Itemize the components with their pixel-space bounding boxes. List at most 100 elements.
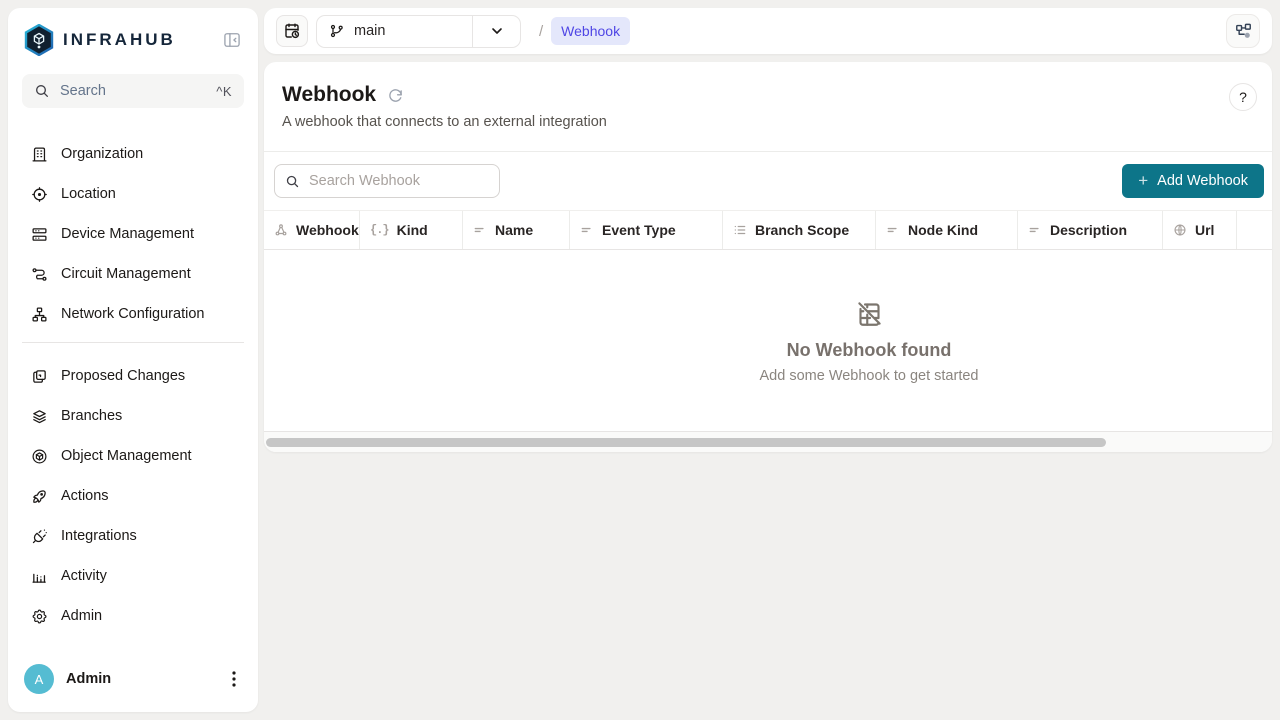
sidebar-item-label: Branches <box>61 408 122 424</box>
sidebar-item-proposed-changes[interactable]: Proposed Changes <box>22 356 244 396</box>
refresh-icon[interactable] <box>387 87 404 104</box>
text-lines-icon <box>886 223 900 237</box>
sidebar-item-network-configuration[interactable]: Network Configuration <box>22 294 244 334</box>
sidebar-item-device-management[interactable]: Device Management <box>22 214 244 254</box>
time-travel-button[interactable] <box>276 15 308 47</box>
search-placeholder: Search <box>60 83 206 99</box>
plus-icon: + <box>1138 171 1148 191</box>
branch-caret[interactable] <box>472 16 520 47</box>
column-header-kind[interactable]: {.} Kind <box>360 211 463 249</box>
column-label: Node Kind <box>908 222 978 238</box>
building-icon <box>31 146 48 163</box>
breadcrumb-separator: / <box>539 23 543 40</box>
sidebar-item-label: Network Configuration <box>61 306 204 322</box>
chevron-down-icon <box>489 23 505 39</box>
table-header-row: Webhook {.} Kind Name <box>264 210 1272 250</box>
sidebar-item-organization[interactable]: Organization <box>22 134 244 174</box>
git-branch-icon <box>329 23 345 39</box>
webhook-search-placeholder: Search Webhook <box>309 173 420 189</box>
branch-selector-value: main <box>317 16 472 47</box>
column-header-event-type[interactable]: Event Type <box>570 211 723 249</box>
sidebar-item-activity[interactable]: Activity <box>22 556 244 596</box>
sidebar-item-label: Device Management <box>61 226 194 242</box>
text-lines-icon <box>580 223 594 237</box>
horizontal-scrollbar[interactable] <box>266 438 1106 447</box>
gear-icon <box>31 608 48 625</box>
page-title: Webhook <box>282 83 376 107</box>
column-label: Description <box>1050 222 1127 238</box>
sidebar-collapse-icon[interactable] <box>220 28 244 52</box>
sidebar-item-label: Integrations <box>61 528 137 544</box>
text-lines-icon <box>473 223 487 237</box>
list-icon <box>733 223 747 237</box>
rocket-icon <box>31 488 48 505</box>
avatar: A <box>24 664 54 694</box>
add-webhook-label: Add Webhook <box>1157 173 1248 189</box>
table-footer <box>264 431 1272 452</box>
logo-row: INFRAHUB <box>8 8 258 66</box>
schema-button[interactable] <box>1226 14 1260 48</box>
sidebar-item-integrations[interactable]: Integrations <box>22 516 244 556</box>
main-column: main / Webhook <box>264 8 1272 712</box>
content-header: Webhook A webhook that connects to an ex… <box>264 62 1272 152</box>
column-label: Url <box>1195 222 1214 238</box>
column-header-description[interactable]: Description <box>1018 211 1163 249</box>
column-header-node-kind[interactable]: Node Kind <box>876 211 1018 249</box>
column-header-branch-scope[interactable]: Branch Scope <box>723 211 876 249</box>
column-header-filler <box>1237 211 1272 249</box>
branch-name: main <box>354 23 385 39</box>
sidebar-item-circuit-management[interactable]: Circuit Management <box>22 254 244 294</box>
page-subtitle: A webhook that connects to an external i… <box>282 114 1252 130</box>
help-button[interactable]: ? <box>1229 83 1257 111</box>
user-menu[interactable]: A Admin <box>8 652 258 712</box>
column-label: Webhook <box>296 222 359 238</box>
empty-state-title: No Webhook found <box>787 340 952 361</box>
empty-state: No Webhook found Add some Webhook to get… <box>264 250 1272 384</box>
sidebar-item-object-management[interactable]: Object Management <box>22 436 244 476</box>
sidebar-item-admin[interactable]: Admin <box>22 596 244 636</box>
search-icon <box>34 83 50 99</box>
sidebar-secondary-nav: Proposed Changes Branches Object Managem… <box>8 343 258 636</box>
globe-icon <box>1173 223 1187 237</box>
sidebar-item-label: Organization <box>61 146 143 162</box>
logo-wordmark: INFRAHUB <box>63 30 220 50</box>
column-label: Branch Scope <box>755 222 849 238</box>
sidebar-primary-nav: Organization Location Device Management … <box>8 108 258 342</box>
global-search-input[interactable]: Search ^K <box>22 74 244 108</box>
breadcrumb-current[interactable]: Webhook <box>551 17 630 45</box>
column-label: Name <box>495 222 533 238</box>
webhook-search-input[interactable]: Search Webhook <box>274 164 500 198</box>
column-header-url[interactable]: Url <box>1163 211 1237 249</box>
sidebar-item-location[interactable]: Location <box>22 174 244 214</box>
sidebar-item-label: Object Management <box>61 448 192 464</box>
sidebar-item-customer-service[interactable]: Customer Service <box>22 334 244 342</box>
sidebar-item-label: Circuit Management <box>61 266 191 282</box>
infrahub-logo-icon <box>24 24 54 56</box>
schema-graph-icon <box>1234 22 1253 41</box>
column-header-webhook[interactable]: Webhook <box>264 211 360 249</box>
route-icon <box>31 266 48 283</box>
sidebar-item-label: Actions <box>61 488 109 504</box>
kebab-menu-icon[interactable] <box>226 669 242 689</box>
text-lines-icon <box>1028 223 1042 237</box>
sidebar-item-actions[interactable]: Actions <box>22 476 244 516</box>
sidebar-item-label: Location <box>61 186 116 202</box>
copy-icon <box>31 368 48 385</box>
chart-bar-icon <box>31 568 48 585</box>
branch-selector[interactable]: main <box>316 15 521 48</box>
sitemap-icon <box>31 306 48 323</box>
toolbar: Search Webhook + Add Webhook <box>264 152 1272 210</box>
search-shortcut: ^K <box>216 84 232 99</box>
topbar: main / Webhook <box>264 8 1272 54</box>
search-icon <box>285 174 300 189</box>
sidebar-item-branches[interactable]: Branches <box>22 396 244 436</box>
braces-icon: {.} <box>370 223 389 237</box>
sidebar-item-label: Proposed Changes <box>61 368 185 384</box>
add-webhook-button[interactable]: + Add Webhook <box>1122 164 1264 198</box>
calendar-clock-icon <box>283 22 301 40</box>
column-header-name[interactable]: Name <box>463 211 570 249</box>
user-name: Admin <box>66 671 214 687</box>
sidebar-item-label: Activity <box>61 568 107 584</box>
sidebar-item-label: Admin <box>61 608 102 624</box>
plug-icon <box>31 528 48 545</box>
